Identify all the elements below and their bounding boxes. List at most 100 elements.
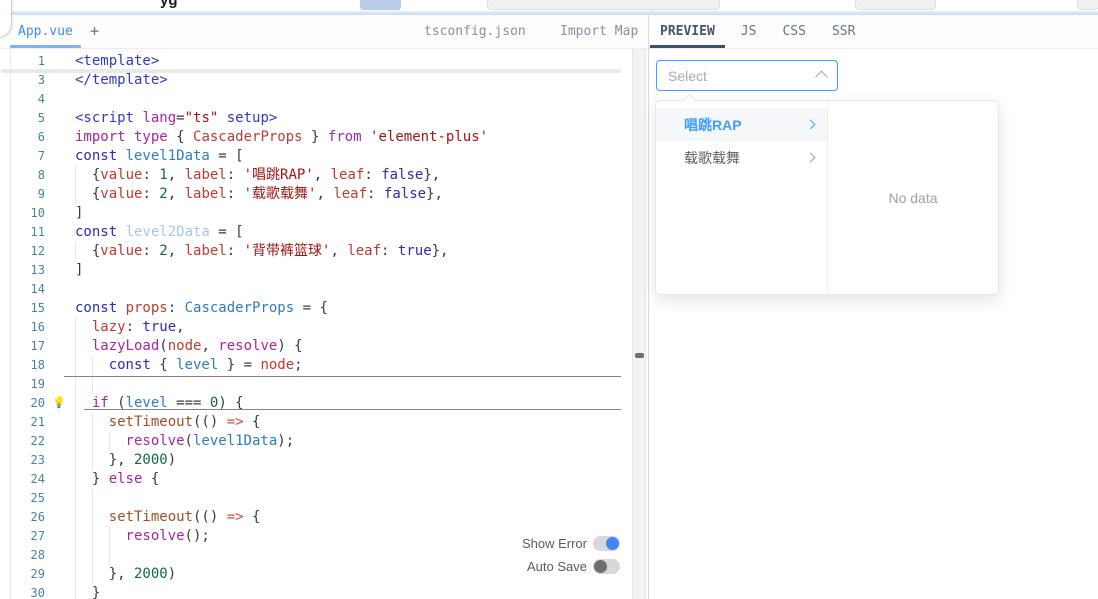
- line-number: 17: [30, 339, 45, 353]
- code-token: },: [431, 243, 449, 259]
- header-share-box-fragment[interactable]: [487, 0, 720, 10]
- auto-save-toggle[interactable]: [593, 558, 620, 574]
- code-token: lang: [142, 110, 177, 126]
- code-token: ): [167, 452, 177, 468]
- no-data-label: No data: [888, 189, 938, 206]
- code-token: ]: [75, 262, 84, 278]
- code-line[interactable]: 12 {value: 2, label: '背带裤篮球', leaf: true}…: [11, 242, 632, 261]
- code-line[interactable]: 10]: [11, 204, 632, 223]
- code-token: false: [381, 167, 424, 183]
- cascader-select-input[interactable]: Select: [656, 60, 838, 91]
- indent-guide: [91, 527, 109, 546]
- line-number: 13: [30, 263, 45, 277]
- tab-import-map[interactable]: Import Map: [560, 15, 638, 48]
- line-number: 24: [30, 472, 45, 486]
- code-line[interactable]: 14: [11, 280, 632, 299]
- code-token: value: [100, 167, 143, 183]
- line-number: 3: [37, 73, 45, 87]
- indent-guide: [75, 375, 92, 394]
- code-token: setTimeout: [108, 414, 193, 430]
- indent-guide: [75, 527, 92, 546]
- editor-scrollbar-thumb[interactable]: [635, 353, 644, 358]
- cascader-option-label: 载歌载舞: [684, 149, 740, 166]
- code-token: ((): [192, 509, 227, 525]
- code-line[interactable]: 24} else {: [11, 470, 632, 489]
- code-text: import type { CascaderProps } from 'elem…: [75, 128, 488, 147]
- code-line[interactable]: 17 lazyLoad(node, resolve) {: [11, 337, 632, 356]
- code-line[interactable]: 16 lazy: true,: [11, 318, 632, 337]
- code-line[interactable]: 21 setTimeout(() => {: [11, 413, 632, 432]
- code-token: resolve: [125, 528, 185, 544]
- indent-guide: [91, 565, 109, 584]
- code-line[interactable]: 23}, 2000): [11, 451, 632, 470]
- header-button-fragment-2[interactable]: [1077, 0, 1098, 10]
- code-token: resolve: [125, 433, 185, 449]
- editor-rule-top: [64, 376, 621, 377]
- code-text: {value: 1, label: '唱跳RAP', leaf: false},: [75, 166, 440, 185]
- tab-ssr[interactable]: SSR: [822, 15, 865, 45]
- code-line[interactable]: 25: [11, 489, 632, 508]
- line-number: 29: [30, 567, 45, 581]
- tab-js[interactable]: JS: [731, 15, 767, 45]
- line-number: 16: [30, 320, 45, 334]
- code-editor[interactable]: 1 <template> 3 </template> 4 5 <script lang="t…: [0, 49, 648, 599]
- code-token: lazy: [91, 319, 126, 335]
- show-error-toggle[interactable]: [593, 535, 620, 551]
- tab-preview[interactable]: PREVIEW: [650, 15, 725, 48]
- header-button-fragment[interactable]: [855, 0, 936, 10]
- code-token: = {: [294, 300, 328, 316]
- code-token: CascaderProps: [184, 300, 295, 316]
- code-token: lazyLoad: [91, 338, 160, 354]
- code-token: :: [367, 186, 384, 202]
- code-text: [75, 546, 126, 565]
- code-line[interactable]: 30}: [11, 584, 632, 599]
- line-number: 27: [30, 529, 45, 543]
- code-line[interactable]: 5 <script lang="ts" setup>: [11, 109, 632, 128]
- code-text: }, 2000): [75, 565, 176, 584]
- code-token: label: [184, 167, 227, 183]
- code-token: level2Data: [125, 224, 210, 240]
- tab-app-vue[interactable]: App.vue: [10, 15, 81, 48]
- editor-scrollbar[interactable]: [632, 49, 646, 599]
- cascader-option[interactable]: 载歌载舞: [656, 141, 827, 174]
- code-line[interactable]: 8 {value: 1, label: '唱跳RAP', leaf: false}…: [11, 166, 632, 185]
- code-line[interactable]: 4: [11, 90, 632, 109]
- code-token: ]: [75, 205, 84, 221]
- code-line[interactable]: 3 </template>: [11, 71, 632, 90]
- code-line[interactable]: 26 setTimeout(() => {: [11, 508, 632, 527]
- tab-css[interactable]: CSS: [772, 15, 815, 45]
- indent-guide: [75, 546, 92, 565]
- code-text: ]: [75, 261, 83, 280]
- tab-app-vue-label: App.vue: [18, 24, 73, 39]
- cascader-option[interactable]: 唱跳RAP: [656, 108, 827, 141]
- code-token: :: [142, 167, 160, 183]
- code-line[interactable]: 6 import type { CascaderProps } from 'ele…: [11, 128, 632, 147]
- code-token: '唱跳RAP': [243, 167, 314, 183]
- code-token: true: [397, 243, 432, 259]
- code-line[interactable]: 18 const { level } = node;: [11, 356, 632, 375]
- code-line[interactable]: 20 💡 if (level === 0) {: [11, 394, 632, 413]
- code-text: lazyLoad(node, resolve) {: [75, 337, 303, 356]
- code-token: ,: [176, 319, 185, 335]
- line-number: 14: [30, 282, 45, 296]
- header-version-fragment[interactable]: [360, 0, 401, 10]
- code-line[interactable]: 9 {value: 2, label: '载歌载舞', leaf: false},: [11, 185, 632, 204]
- code-token: label: [184, 186, 227, 202]
- code-token: </template>: [75, 72, 168, 88]
- code-token: ) {: [277, 338, 303, 354]
- preview-tabs: PREVIEW JS CSS SSR: [649, 15, 1098, 48]
- code-token: {: [243, 509, 261, 525]
- tab-tsconfig-json[interactable]: tsconfig.json: [424, 15, 526, 48]
- folded-line-indicator[interactable]: [1, 69, 621, 73]
- code-line[interactable]: 19: [11, 375, 632, 394]
- lightbulb-icon[interactable]: 💡: [52, 395, 66, 412]
- code-line[interactable]: 22 resolve(level1Data);: [11, 432, 632, 451]
- code-line[interactable]: 13]: [11, 261, 632, 280]
- code-line[interactable]: 11 const level2Data = [: [11, 223, 632, 242]
- add-file-button[interactable]: +: [84, 15, 105, 48]
- line-number: 15: [30, 301, 45, 315]
- code-line[interactable]: 15 const props: CascaderProps = {: [11, 299, 632, 318]
- code-line[interactable]: 7 const level1Data = [: [11, 147, 632, 166]
- code-text: lazy: true,: [75, 318, 185, 337]
